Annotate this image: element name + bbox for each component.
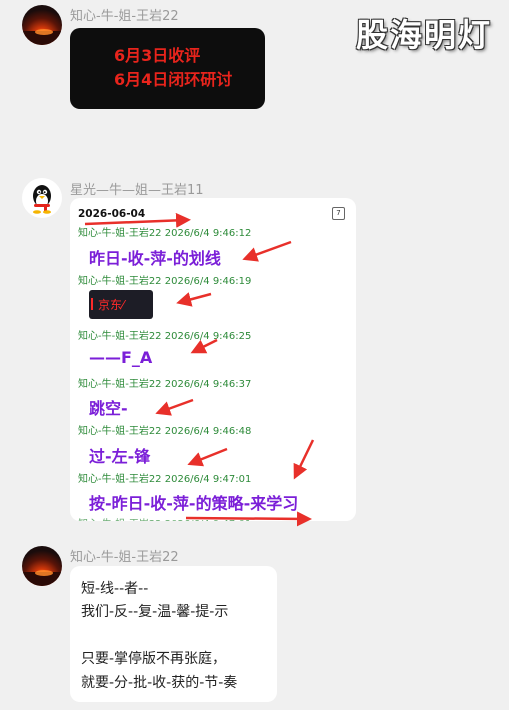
entry-text: 过-左-锋 xyxy=(89,447,151,466)
entry-timestamp: 知心-牛-姐-王岩22 2026/6/4 9:47:01 xyxy=(78,474,252,485)
sunset-avatar-icon xyxy=(22,570,62,586)
message-bubble[interactable]: 短-线--者-- 我们-反--复-温-馨-提-示 只要-掌停版不再张庭， 就要-… xyxy=(70,566,277,702)
message-line: 就要-分-批-收-获的-节-奏 xyxy=(81,675,238,691)
sender-name: 星光—牛—姐—王岩11 xyxy=(70,183,204,198)
entry-text: ——F_A xyxy=(89,348,153,367)
entry-image-thumbnail[interactable]: 京东⁄ xyxy=(89,290,153,319)
watermark: 股海明灯 xyxy=(356,16,493,54)
entry-timestamp: 知心-牛-姐-王岩22 2026/6/4 9:46:25 xyxy=(78,331,252,342)
message-line: 6月4日闭环研讨 xyxy=(114,70,233,89)
entry-timestamp: 知心-牛-姐-王岩22 2026/6/4 9:46:48 xyxy=(78,426,252,437)
entry-timestamp: 知心-牛-姐-王岩22 2026/6/4 9:46:12 xyxy=(78,228,252,239)
entry-timestamp: 知心-牛-姐-王岩22 2026/6/4 9:46:37 xyxy=(78,379,252,390)
message-line: 只要-掌停版不再张庭， xyxy=(81,651,227,667)
sender-name: 知心-牛-姐-王岩22 xyxy=(70,9,179,24)
entry-timestamp: 知心-牛-姐-王岩22 2026/6/4 9:46:19 xyxy=(78,276,252,287)
shared-notes-card[interactable]: 2026-06-04 7 知心-牛-姐-王岩22 2026/6/4 9:46:1… xyxy=(70,198,356,521)
card-date: 2026-06-04 xyxy=(78,208,146,220)
calendar-icon[interactable]: 7 xyxy=(332,207,345,220)
sender-name: 知心-牛-姐-王岩22 xyxy=(70,550,179,565)
entry-text: 昨日-收-萍-的划线 xyxy=(89,249,221,268)
entry-text: 跳空- xyxy=(89,399,128,418)
message-line: 我们-反--复-温-馨-提-示 xyxy=(81,604,229,620)
entry-text: 按-昨日-收-萍-的策略-来学习 xyxy=(89,494,299,513)
message-line: 6月3日收评 xyxy=(114,46,201,65)
sender-avatar[interactable] xyxy=(22,5,62,45)
thumbnail-text: 京东⁄ xyxy=(98,298,125,312)
entry-timestamp-clipped: 知心-牛-姐-王岩22 2026/6/4 9:47:01 xyxy=(78,515,251,521)
sunset-avatar-icon xyxy=(22,29,62,45)
sender-avatar[interactable] xyxy=(22,178,62,218)
sender-avatar[interactable] xyxy=(22,546,62,586)
penguin-avatar-icon xyxy=(33,185,51,214)
message-line: 短-线--者-- xyxy=(81,581,149,597)
message-bubble[interactable]: 6月3日收评 6月4日闭环研讨 xyxy=(70,28,265,109)
